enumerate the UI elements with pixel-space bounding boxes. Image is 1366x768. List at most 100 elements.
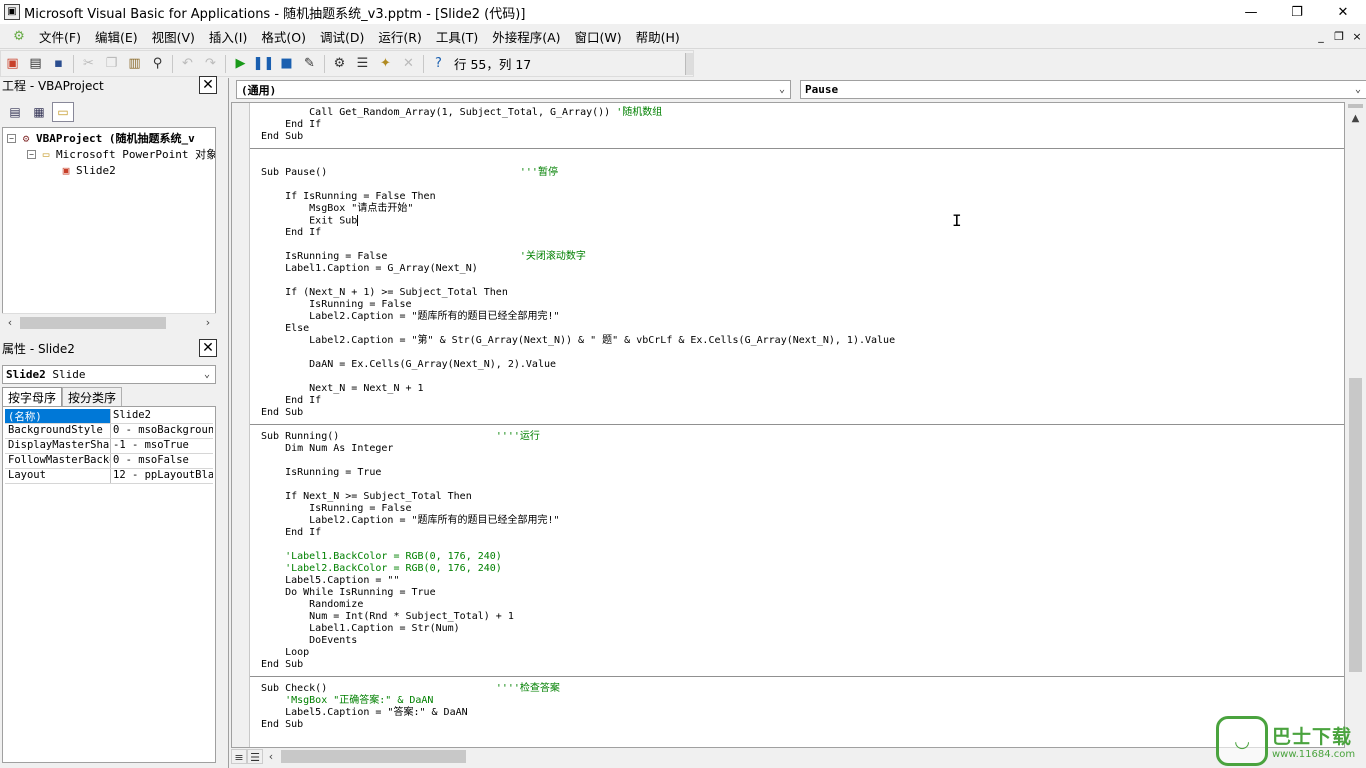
code-line[interactable]: End If xyxy=(261,395,321,407)
code-line[interactable]: 'Label2.BackColor = RGB(0, 176, 240) xyxy=(261,563,502,575)
collapse-icon[interactable]: − xyxy=(7,133,16,143)
view-code-icon[interactable]: ▤ xyxy=(4,102,26,122)
properties-object-select[interactable]: Slide2 Slide ⌄ xyxy=(2,365,216,384)
restore-button[interactable]: ❐ xyxy=(1274,0,1320,24)
mdi-close-button[interactable]: × xyxy=(1348,24,1366,48)
menu-window[interactable]: 窗口(W) xyxy=(568,27,629,46)
tab-categorized[interactable]: 按分类序 xyxy=(62,387,123,407)
vba-menu-icon[interactable]: ⚙ xyxy=(10,27,28,45)
paste-icon[interactable]: ▥ xyxy=(123,53,146,75)
menu-format[interactable]: 格式(O) xyxy=(254,27,313,46)
code-line[interactable]: 'Label1.BackColor = RGB(0, 176, 240) xyxy=(261,551,502,563)
collapse-icon[interactable]: − xyxy=(27,149,36,159)
code-line[interactable]: 'MsgBox "正确答案:" & DaAN xyxy=(261,695,433,707)
tab-alphabetic[interactable]: 按字母序 xyxy=(2,387,63,407)
menu-view[interactable]: 视图(V) xyxy=(145,27,202,46)
code-line[interactable]: IsRunning = False xyxy=(261,503,411,515)
code-line[interactable]: Label5.Caption = "" xyxy=(261,575,399,587)
project-tree-hscrollbar[interactable]: ‹ › xyxy=(2,313,216,331)
break-icon[interactable]: ❚❚ xyxy=(252,53,275,75)
find-icon[interactable]: ⚲ xyxy=(146,53,169,75)
cut-icon[interactable]: ✂ xyxy=(77,53,100,75)
property-row[interactable]: Layout 12 - ppLayoutBla xyxy=(5,469,213,484)
mdi-restore-button[interactable]: ❐ xyxy=(1330,24,1348,48)
menu-addins[interactable]: 外接程序(A) xyxy=(485,27,567,46)
code-line[interactable]: DaAN = Ex.Cells(G_Array(Next_N), 2).Valu… xyxy=(261,359,556,371)
code-hscrollbar[interactable]: ≡ ☰ ‹ xyxy=(231,748,1347,765)
code-line[interactable]: End Sub xyxy=(261,659,303,671)
scroll-right-icon[interactable]: › xyxy=(200,316,216,329)
property-value[interactable]: 0 - msoFalse xyxy=(111,454,213,468)
view-powerpoint-icon[interactable]: ▣ xyxy=(1,53,24,75)
insert-userform-icon[interactable]: ▤ xyxy=(24,53,47,75)
menu-edit[interactable]: 编辑(E) xyxy=(88,27,145,46)
scroll-thumb[interactable] xyxy=(1349,378,1362,672)
code-line[interactable]: DoEvents xyxy=(261,635,357,647)
properties-pane-close-icon[interactable]: ✕ xyxy=(199,339,217,357)
property-row[interactable]: (名称) Slide2 xyxy=(5,409,213,424)
code-line[interactable]: Label2.Caption = "第" & Str(G_Array(Next_… xyxy=(261,335,895,347)
split-bar[interactable] xyxy=(1348,104,1363,108)
code-line[interactable]: End Sub xyxy=(261,407,303,419)
property-value[interactable]: Slide2 xyxy=(111,409,213,423)
vba-window-icon[interactable]: ▣ xyxy=(4,4,20,20)
code-line[interactable]: End If xyxy=(261,227,321,239)
design-mode-icon[interactable]: ✎ xyxy=(298,53,321,75)
scroll-thumb[interactable] xyxy=(281,750,466,763)
code-line[interactable]: Num = Int(Rnd * Subject_Total) + 1 xyxy=(261,611,514,623)
code-line[interactable]: Sub Running() ''''运行 xyxy=(261,431,540,443)
tree-item-slide2[interactable]: ▣ Slide2 xyxy=(59,162,116,178)
tree-item-powerpoint-objects[interactable]: − ▭ Microsoft PowerPoint 对象 xyxy=(27,146,215,162)
object-browser-icon[interactable]: ✦ xyxy=(374,53,397,75)
code-line[interactable]: Else xyxy=(261,323,309,335)
code-line[interactable]: If Next_N >= Subject_Total Then xyxy=(261,491,472,503)
project-explorer-icon[interactable]: ⚙ xyxy=(328,53,351,75)
code-line[interactable]: End Sub xyxy=(261,131,303,143)
menu-run[interactable]: 运行(R) xyxy=(371,27,428,46)
code-line[interactable]: Next_N = Next_N + 1 xyxy=(261,383,423,395)
scroll-left-icon[interactable]: ‹ xyxy=(263,750,279,763)
code-line[interactable]: If (Next_N + 1) >= Subject_Total Then xyxy=(261,287,508,299)
property-value[interactable]: 12 - ppLayoutBla xyxy=(111,469,213,483)
code-line[interactable]: Sub Check() ''''检查答案 xyxy=(261,683,560,695)
code-line[interactable]: IsRunning = False '关闭滚动数字 xyxy=(261,251,586,263)
project-pane-close-icon[interactable]: ✕ xyxy=(199,76,217,94)
scroll-thumb[interactable] xyxy=(20,316,166,329)
code-vscrollbar[interactable]: ▲ xyxy=(1347,102,1364,748)
code-line[interactable]: Label5.Caption = "答案:" & DaAN xyxy=(261,707,468,719)
scroll-up-icon[interactable]: ▲ xyxy=(1347,110,1364,127)
procedure-select[interactable]: Pause ⌄ xyxy=(800,80,1366,99)
copy-icon[interactable]: ❐ xyxy=(100,53,123,75)
menu-help[interactable]: 帮助(H) xyxy=(629,27,687,46)
code-line[interactable]: Label1.Caption = G_Array(Next_N) xyxy=(261,263,478,275)
code-line[interactable]: Label2.Caption = "题库所有的题目已经全部用完!" xyxy=(261,311,559,323)
toggle-folders-icon[interactable]: ▭ xyxy=(52,102,74,122)
view-object-icon[interactable]: ▦ xyxy=(28,102,50,122)
code-line[interactable]: Sub Pause() '''暂停 xyxy=(261,167,558,179)
code-line[interactable]: End If xyxy=(261,119,321,131)
property-row[interactable]: FollowMasterBackgr 0 - msoFalse xyxy=(5,454,213,469)
run-icon[interactable]: ▶ xyxy=(229,53,252,75)
menu-file[interactable]: 文件(F) xyxy=(32,27,88,46)
code-line[interactable]: Randomize xyxy=(261,599,363,611)
menu-tools[interactable]: 工具(T) xyxy=(429,27,485,46)
code-line[interactable]: If IsRunning = False Then xyxy=(261,191,436,203)
close-button[interactable]: ✕ xyxy=(1320,0,1366,24)
code-line[interactable]: Dim Num As Integer xyxy=(261,443,393,455)
code-line[interactable]: IsRunning = False xyxy=(261,299,411,311)
toolbar-grip[interactable] xyxy=(685,52,693,75)
reset-icon[interactable]: ■ xyxy=(275,53,298,75)
code-line[interactable]: End Sub xyxy=(261,719,303,731)
procedure-view-icon[interactable]: ≡ xyxy=(231,749,247,764)
help-icon[interactable]: ? xyxy=(427,53,450,75)
code-line[interactable]: MsgBox "请点击开始" xyxy=(261,203,413,215)
mdi-minimize-button[interactable]: _ xyxy=(1312,24,1330,48)
indicator-margin[interactable] xyxy=(232,103,250,747)
property-row[interactable]: BackgroundStyle 0 - msoBackgroun xyxy=(5,424,213,439)
chevron-down-icon[interactable]: ⌄ xyxy=(774,84,790,95)
code-line[interactable]: Label1.Caption = Str(Num) xyxy=(261,623,460,635)
code-line[interactable]: Loop xyxy=(261,647,309,659)
properties-window-icon[interactable]: ☰ xyxy=(351,53,374,75)
property-value[interactable]: 0 - msoBackgroun xyxy=(111,424,213,438)
minimize-button[interactable]: — xyxy=(1228,0,1274,24)
